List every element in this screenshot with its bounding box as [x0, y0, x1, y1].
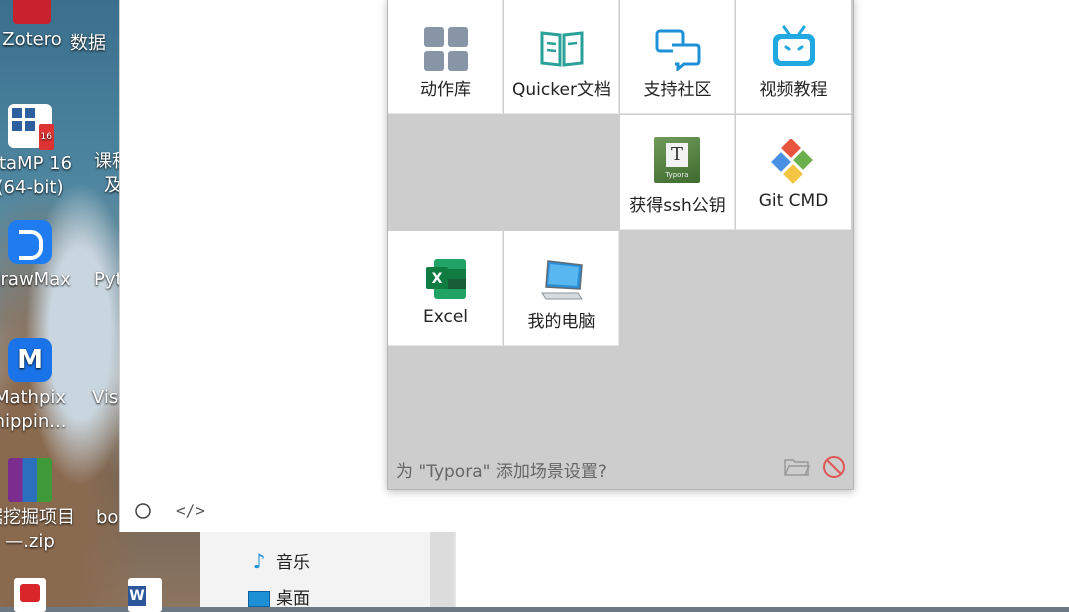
- desktop-icon-label: —.zip: [5, 531, 55, 552]
- desktop-icon-label: drawMax: [0, 269, 71, 290]
- music-icon: ♪: [252, 549, 266, 573]
- cell-label: 动作库: [420, 80, 471, 100]
- desktop-icon-edrawmax[interactable]: drawMax: [0, 220, 80, 292]
- quicker-ssh-key[interactable]: T Typora 获得ssh公钥: [620, 115, 735, 230]
- navigation-pane: ♪ 音乐 桌面: [200, 532, 430, 609]
- desktop-icon-mathpix[interactable]: M Mathpix nippin...: [0, 338, 80, 434]
- quicker-docs[interactable]: Quicker文档: [504, 0, 619, 114]
- winrar-icon: [8, 458, 52, 502]
- cell-label: Quicker文档: [512, 80, 611, 100]
- code-icon[interactable]: </>: [176, 501, 205, 520]
- cell-label: 视频教程: [759, 80, 828, 100]
- edrawmax-icon: [8, 220, 52, 264]
- file-explorer-window: ♪ 音乐 桌面: [200, 532, 1069, 609]
- quicker-community[interactable]: 支持社区: [620, 0, 735, 114]
- nav-item-label: 桌面: [276, 589, 310, 609]
- excel-icon: X: [426, 259, 466, 299]
- cell-label: Git CMD: [758, 191, 829, 211]
- book-icon: [540, 31, 584, 67]
- desktop-icon-label: Zotero: [2, 29, 62, 50]
- cell-label: 获得ssh公钥: [629, 196, 726, 216]
- circle-icon[interactable]: [134, 502, 152, 524]
- desktop-icon: [248, 589, 270, 609]
- quicker-video-tutorial[interactable]: 视频教程: [736, 0, 851, 114]
- desktop-icon-label: 据挖掘项目: [0, 507, 75, 528]
- scrollbar[interactable]: [430, 532, 454, 607]
- git-icon: [771, 139, 813, 184]
- ban-icon[interactable]: [822, 455, 846, 479]
- chat-icon: [655, 29, 701, 71]
- quicker-panel: 动作库 Quicker文档 支持社区 视频教程 T Typora 获得ssh公钥…: [387, 0, 854, 490]
- typora-icon: T Typora: [654, 137, 700, 183]
- quicker-my-computer[interactable]: 我的电脑: [504, 231, 619, 346]
- quicker-excel[interactable]: X Excel: [388, 231, 503, 346]
- nav-item-music[interactable]: ♪ 音乐: [248, 548, 310, 573]
- desktop-icon-label: nippin...: [0, 411, 67, 432]
- nav-item-desktop[interactable]: 桌面: [248, 584, 310, 609]
- zotero-icon: [13, 0, 51, 24]
- desktop-icon-label: ataMP 16: [0, 153, 73, 174]
- svg-text:X: X: [432, 271, 443, 287]
- typora-status-bar: </>: [120, 492, 1069, 532]
- grid-icon: [424, 27, 468, 71]
- file-list-pane: [454, 532, 1069, 607]
- nav-item-label: 音乐: [276, 553, 310, 573]
- mathpix-icon: M: [8, 338, 52, 382]
- cell-label: 支持社区: [643, 80, 712, 100]
- computer-icon: [541, 260, 583, 300]
- desktop-icon-label: Vis: [92, 387, 119, 408]
- cell-label: 我的电脑: [527, 312, 596, 332]
- desktop-icon-label: (64-bit): [0, 177, 64, 198]
- quicker-action-library[interactable]: 动作库: [388, 0, 503, 114]
- cell-label: Excel: [422, 307, 469, 327]
- scene-settings-prompt[interactable]: 为 "Typora" 添加场景设置?: [396, 457, 607, 482]
- desktop-icon-label: bo: [96, 507, 119, 528]
- desktop-icon-label: 数据: [70, 33, 106, 54]
- desktop-icon-winrar[interactable]: 据挖掘项目 —.zip: [0, 458, 80, 554]
- quicker-git-cmd[interactable]: Git CMD: [736, 115, 851, 230]
- desktop-icon-datamp[interactable]: 16 ataMP 16 (64-bit): [0, 104, 80, 200]
- datamp-icon: 16: [8, 104, 54, 150]
- desktop-icon-label: Mathpix: [0, 387, 67, 408]
- bilibili-icon: [773, 25, 815, 66]
- folder-icon[interactable]: [784, 457, 810, 477]
